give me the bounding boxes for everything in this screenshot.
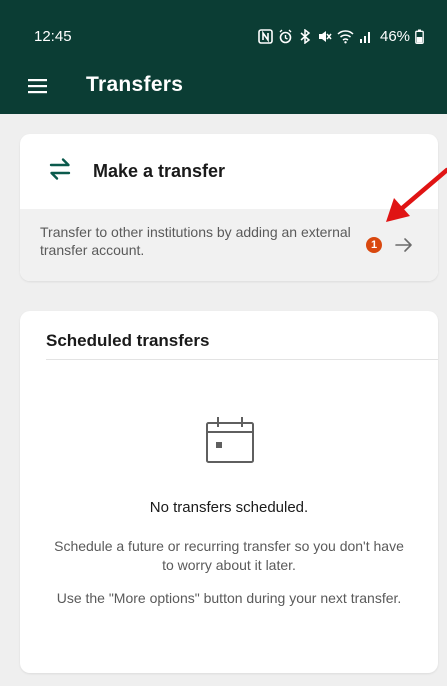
status-time: 12:45 [34,28,72,45]
alarm-icon [278,29,293,44]
battery-icon [415,29,424,44]
mute-icon [317,29,332,44]
arrow-right-icon[interactable] [395,237,413,253]
empty-state-title: No transfers scheduled. [149,499,309,516]
transfer-description: Transfer to other institutions by adding… [40,224,351,258]
nfc-icon [258,28,273,44]
make-transfer-card: Make a transfer Transfer to other instit… [20,134,438,281]
hamburger-menu-icon[interactable] [28,77,48,95]
empty-state-description: Schedule a future or recurring transfer … [54,538,404,573]
make-transfer-title: Make a transfer [93,161,226,181]
calendar-icon [204,415,256,465]
make-transfer-button[interactable]: Make a transfer [20,134,438,209]
bluetooth-icon [298,28,312,44]
scheduled-transfers-card: Scheduled transfers No transfers schedul… [20,311,438,673]
add-external-account-link[interactable]: Transfer to other institutions by adding… [20,209,438,281]
transfer-arrows-icon [46,155,74,183]
battery-percent: 46% [380,27,411,45]
scheduled-transfers-title: Scheduled transfers [46,331,210,350]
annotation-arrow-icon [384,166,447,224]
page-title: Transfers [86,73,184,96]
divider [46,359,438,360]
wifi-icon [337,29,354,44]
empty-state-hint: Use the "More options" button during you… [56,590,402,606]
status-bar: 12:45 46% [0,0,447,60]
signal-icon [359,29,373,44]
status-icons: 46% [258,26,424,46]
app-bar: 12:45 46% Transfers [0,0,447,114]
notification-badge: 1 [366,237,382,253]
